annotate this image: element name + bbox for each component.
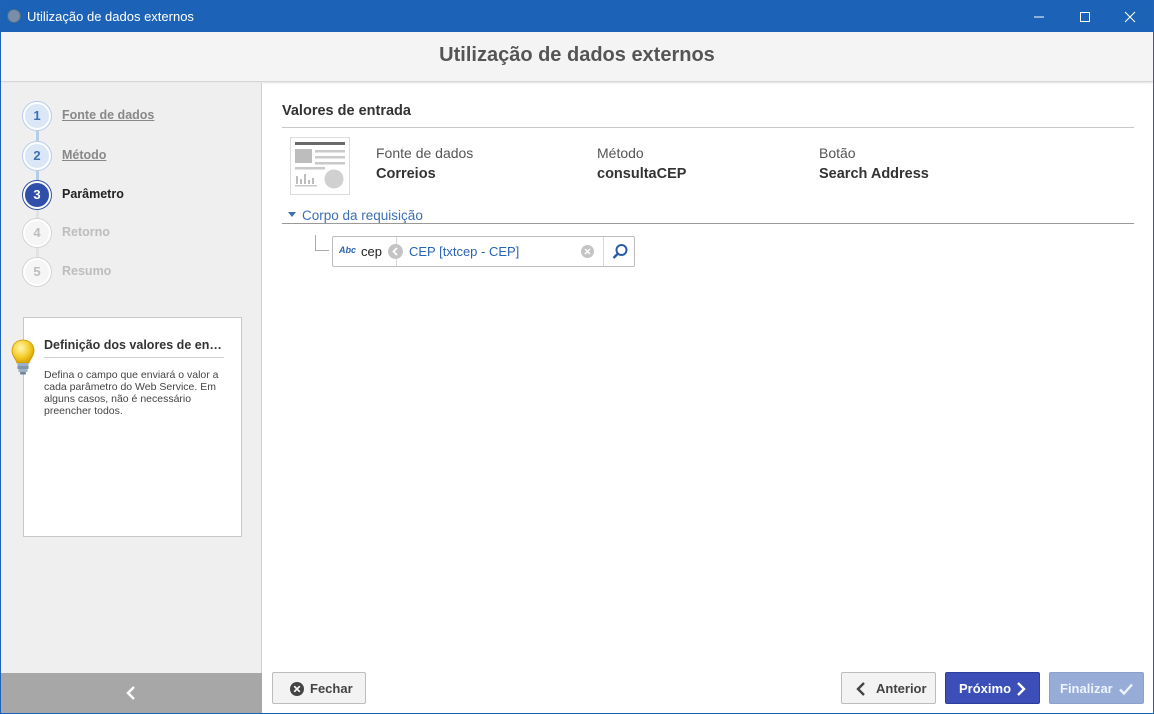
datasource-icon xyxy=(290,137,350,195)
previous-button[interactable]: Anterior xyxy=(841,672,936,704)
group-label[interactable]: Corpo da requisição xyxy=(302,208,423,223)
finish-button-label: Finalizar xyxy=(1060,681,1113,696)
step-label: Resumo xyxy=(62,264,112,278)
chevron-left-icon xyxy=(856,682,865,696)
minimize-icon xyxy=(1034,16,1044,18)
info-source-value: Correios xyxy=(376,166,436,182)
next-button[interactable]: Próximo xyxy=(945,672,1040,704)
info-method: Método consultaCEP xyxy=(597,145,686,182)
group-divider xyxy=(282,223,1134,224)
clear-icon[interactable] xyxy=(581,245,594,258)
step-label[interactable]: Método xyxy=(62,148,106,162)
main-content: Valores de entrada Fonte de dados Correi… xyxy=(263,83,1153,673)
section-divider xyxy=(282,127,1134,128)
info-source: Fonte de dados Correios xyxy=(376,145,473,182)
next-button-label: Próximo xyxy=(959,681,1012,696)
previous-button-label: Anterior xyxy=(876,681,927,696)
maximize-button[interactable] xyxy=(1062,1,1108,32)
parameter-row: Abc cep CEP [txtcep - CEP] xyxy=(332,236,635,267)
maximize-icon xyxy=(1080,12,1090,22)
step-number: 3 xyxy=(23,181,51,209)
step-label: Retorno xyxy=(62,225,110,239)
wizard-sidebar: 1 Fonte de dados 2 Método 3 Parâmetro 4 … xyxy=(1,83,262,713)
hint-title: Definição dos valores de entr... xyxy=(44,338,224,358)
step-number: 4 xyxy=(23,219,51,247)
step-number: 2 xyxy=(23,142,51,170)
window-title: Utilização de dados externos xyxy=(27,9,194,24)
finish-button[interactable]: Finalizar xyxy=(1049,672,1144,704)
info-button-label: Botão xyxy=(819,145,856,161)
lightbulb-icon xyxy=(11,339,35,375)
wizard-footer: Fechar Anterior Próximo Finalizar xyxy=(263,672,1153,713)
close-icon xyxy=(1124,11,1136,23)
step-label: Parâmetro xyxy=(62,187,124,201)
step-number: 5 xyxy=(23,258,51,286)
chevron-left-icon xyxy=(126,686,135,700)
close-button[interactable]: Fechar xyxy=(272,672,366,704)
close-button-label: Fechar xyxy=(310,681,353,696)
dialog-window: Utilização de dados externos Utilização … xyxy=(0,0,1154,714)
arrow-left-icon xyxy=(388,244,403,259)
close-window-button[interactable] xyxy=(1107,1,1153,32)
info-method-label: Método xyxy=(597,145,644,161)
collapse-sidebar-button[interactable] xyxy=(1,673,262,713)
search-button[interactable] xyxy=(609,242,631,262)
close-circle-icon xyxy=(290,682,304,696)
chevron-right-icon xyxy=(1017,682,1026,696)
step-number: 1 xyxy=(23,102,51,130)
parameter-name: cep xyxy=(361,244,382,259)
checkmark-icon xyxy=(1119,683,1133,696)
hint-panel: Definição dos valores de entr... Defina … xyxy=(23,317,242,537)
text-type-icon: Abc xyxy=(339,245,357,255)
hint-text: Defina o campo que enviará o valor a cad… xyxy=(44,369,219,417)
caret-down-icon[interactable] xyxy=(288,212,296,217)
search-icon xyxy=(612,244,628,259)
parameter-value-field[interactable]: CEP [txtcep - CEP] xyxy=(409,244,519,259)
info-button-value: Search Address xyxy=(819,166,929,182)
page-title: Utilização de dados externos xyxy=(439,44,715,66)
app-icon xyxy=(7,9,21,23)
window-titlebar: Utilização de dados externos xyxy=(1,1,1153,32)
separator xyxy=(603,237,604,266)
info-button: Botão Search Address xyxy=(819,145,929,182)
info-source-label: Fonte de dados xyxy=(376,145,474,161)
minimize-button[interactable] xyxy=(1016,1,1062,32)
step-label[interactable]: Fonte de dados xyxy=(62,108,154,122)
tree-connector xyxy=(315,235,329,251)
info-method-value: consultaCEP xyxy=(597,166,687,182)
wizard-header: Utilização de dados externos xyxy=(1,32,1153,82)
section-title: Valores de entrada xyxy=(282,103,411,119)
